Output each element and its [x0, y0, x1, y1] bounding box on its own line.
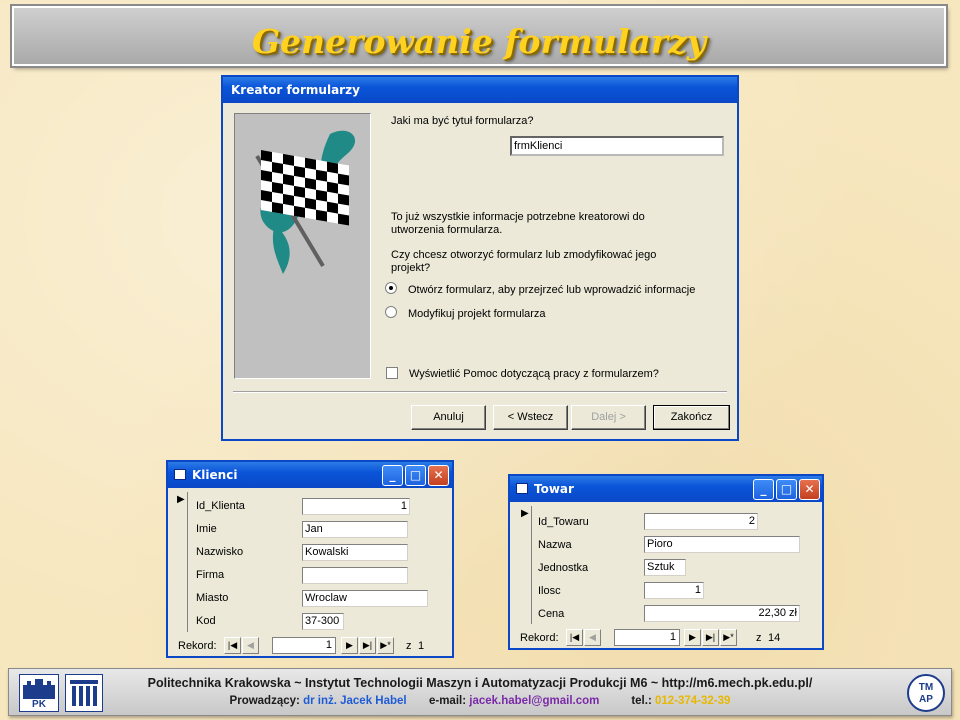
previous-record-icon[interactable]: ◀: [584, 629, 601, 646]
wizard-illustration-panel: [234, 113, 371, 379]
slide-title: Generowanie formularzy: [251, 22, 707, 61]
teacher-name: dr inż. Jacek Habel: [303, 695, 407, 707]
miasto-field[interactable]: Wroclaw: [302, 590, 428, 607]
field-label: Id_Towaru: [538, 516, 589, 528]
info-text-line2: utworzenia formularza.: [391, 224, 503, 236]
current-record-arrow-icon: ▶: [177, 494, 185, 505]
finish-button[interactable]: Zakończ: [653, 405, 730, 430]
record-of-label: z: [406, 640, 412, 652]
record-selector[interactable]: ▶: [518, 506, 532, 624]
wizard-separator: [233, 391, 727, 393]
title-banner: Generowanie formularzy: [12, 6, 946, 66]
checkered-flag-icon: [255, 130, 356, 274]
field-label: Kod: [196, 615, 216, 627]
tmap-logo-line2: AP: [919, 694, 933, 705]
title-question-label: Jaki ma być tytuł formularza?: [391, 115, 534, 127]
wizard-titlebar[interactable]: Kreator formularzy: [223, 77, 737, 103]
field-label: Id_Klienta: [196, 500, 245, 512]
klienci-form-window: Klienci _ □ ✕ ▶ Id_Klienta 1 Imie Jan Na…: [166, 460, 454, 658]
record-total: 14: [768, 632, 781, 644]
id-towaru-field[interactable]: 2: [644, 513, 758, 530]
record-label: Rekord:: [178, 640, 217, 652]
minimize-button[interactable]: _: [753, 479, 774, 500]
form-title-input[interactable]: [510, 136, 724, 156]
close-button[interactable]: ✕: [799, 479, 820, 500]
minimize-button[interactable]: _: [382, 465, 403, 486]
back-button[interactable]: < Wstecz: [493, 405, 568, 430]
help-checkbox[interactable]: [386, 367, 398, 379]
klienci-title: Klienci: [192, 468, 238, 482]
modify-design-radio[interactable]: [385, 306, 397, 318]
footer-contact-line: Prowadzący: dr inż. Jacek Habel e-mail: …: [9, 695, 951, 707]
email-label: e-mail:: [428, 695, 467, 707]
kod-field[interactable]: 37-300: [302, 613, 344, 630]
field-label: Imie: [196, 523, 217, 535]
form-wizard-dialog: Kreator formularzy Jaki ma być tytuł for…: [221, 75, 739, 441]
record-selector[interactable]: ▶: [174, 492, 188, 632]
imie-field[interactable]: Jan: [302, 521, 408, 538]
ilosc-field[interactable]: 1: [644, 582, 704, 599]
field-label: Miasto: [196, 592, 229, 604]
towar-form-window: Towar _ □ ✕ ▶ Id_Towaru 2 Nazwa Pioro Je…: [508, 474, 824, 650]
wizard-title: Kreator formularzy: [231, 83, 360, 97]
klienci-titlebar[interactable]: Klienci _ □ ✕: [168, 462, 452, 488]
tmap-logo: TM AP: [907, 674, 945, 712]
next-record-icon[interactable]: ▶: [341, 637, 358, 654]
firma-field[interactable]: [302, 567, 408, 584]
record-total: 1: [418, 640, 425, 652]
towar-title: Towar: [534, 482, 574, 496]
open-form-label[interactable]: Otwórz formularz, aby przejrzeć lub wpro…: [408, 284, 695, 296]
record-navigation: Rekord: |◀ ◀ 1 ▶ ▶| ▶* z 1: [176, 636, 446, 656]
open-question-line1: Czy chcesz otworzyć formularz lub zmodyf…: [391, 249, 657, 261]
new-record-icon[interactable]: ▶*: [720, 629, 737, 646]
footer-bar: PK Politechnika Krakowska ~ Instytut Tec…: [8, 668, 952, 716]
open-form-radio[interactable]: [385, 282, 397, 294]
record-number-input[interactable]: 1: [272, 637, 336, 654]
jednostka-field[interactable]: Sztuk: [644, 559, 686, 576]
previous-record-icon[interactable]: ◀: [242, 637, 259, 654]
modify-design-label[interactable]: Modyfikuj projekt formularza: [408, 308, 546, 320]
maximize-button[interactable]: □: [405, 465, 426, 486]
field-label: Firma: [196, 569, 225, 581]
next-record-icon[interactable]: ▶: [684, 629, 701, 646]
field-label: Ilosc: [538, 585, 561, 597]
towar-titlebar[interactable]: Towar _ □ ✕: [510, 476, 822, 502]
field-label: Jednostka: [538, 562, 589, 574]
last-record-icon[interactable]: ▶|: [702, 629, 719, 646]
form-icon: [516, 483, 528, 494]
id-klienta-field[interactable]: 1: [302, 498, 410, 515]
new-record-icon[interactable]: ▶*: [377, 637, 394, 654]
info-text-line1: To już wszystkie informacje potrzebne kr…: [391, 211, 645, 223]
field-label: Nazwisko: [196, 546, 244, 558]
current-record-arrow-icon: ▶: [521, 508, 529, 519]
phone-label: tel.:: [631, 695, 652, 707]
next-button[interactable]: Dalej >: [571, 405, 646, 430]
open-question-line2: projekt?: [391, 262, 431, 274]
form-icon: [174, 469, 186, 480]
close-button[interactable]: ✕: [428, 465, 449, 486]
record-number-input[interactable]: 1: [614, 629, 680, 646]
email-link[interactable]: jacek.habel@gmail.com: [469, 695, 599, 707]
nazwisko-field[interactable]: Kowalski: [302, 544, 408, 561]
field-label: Nazwa: [538, 539, 572, 551]
teacher-label: Prowadzący:: [229, 695, 300, 707]
maximize-button[interactable]: □: [776, 479, 797, 500]
last-record-icon[interactable]: ▶|: [359, 637, 376, 654]
record-label: Rekord:: [520, 632, 559, 644]
tmap-logo-line1: TM: [918, 682, 934, 693]
first-record-icon[interactable]: |◀: [566, 629, 583, 646]
nazwa-field[interactable]: Pioro: [644, 536, 800, 553]
help-checkbox-label[interactable]: Wyświetlić Pomoc dotyczącą pracy z formu…: [409, 368, 659, 380]
cena-field[interactable]: 22,30 zł: [644, 605, 800, 622]
first-record-icon[interactable]: |◀: [224, 637, 241, 654]
field-label: Cena: [538, 608, 565, 620]
record-navigation: Rekord: |◀ ◀ 1 ▶ ▶| ▶* z 14: [520, 628, 816, 648]
phone-number: 012-374-32-39: [654, 695, 731, 707]
cancel-button[interactable]: Anuluj: [411, 405, 486, 430]
footer-institution-line: Politechnika Krakowska ~ Instytut Techno…: [147, 676, 813, 690]
record-of-label: z: [756, 632, 762, 644]
